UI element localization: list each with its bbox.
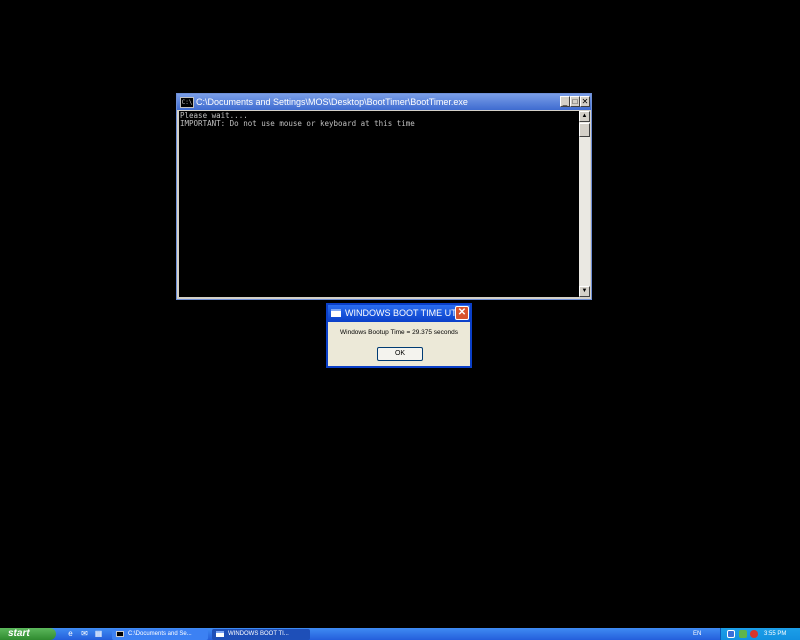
taskbar-item-label: WINDOWS BOOT TI...: [228, 631, 289, 637]
vertical-scrollbar[interactable]: ▲ ▼: [579, 111, 590, 297]
dialog-close-button[interactable]: ✕: [455, 306, 469, 320]
taskbar-item-dialog[interactable]: WINDOWS BOOT TI...: [212, 629, 310, 640]
antivirus-icon[interactable]: [750, 630, 758, 638]
cmd-icon[interactable]: C:\: [180, 97, 194, 108]
language-indicator[interactable]: EN: [693, 628, 701, 640]
window-icon: [331, 309, 341, 317]
security-icon[interactable]: [739, 630, 747, 638]
mail-icon[interactable]: ✉: [80, 629, 89, 638]
minimize-button[interactable]: _: [560, 96, 570, 107]
console-title: C:\Documents and Settings\MOS\Desktop\Bo…: [196, 97, 468, 107]
media-player-icon[interactable]: ▦: [94, 629, 103, 638]
close-button[interactable]: ✕: [580, 96, 590, 107]
clock[interactable]: 3:55 PM: [764, 628, 786, 640]
scroll-thumb[interactable]: [579, 123, 590, 137]
taskbar-item-label: C:\Documents and Se...: [128, 631, 192, 637]
cmd-icon: [116, 631, 124, 637]
console-window[interactable]: C:\ C:\Documents and Settings\MOS\Deskto…: [176, 93, 592, 300]
dialog-message: Windows Bootup Time = 29.375 seconds: [340, 329, 458, 336]
system-tray: 3:55 PM: [720, 628, 800, 640]
maximize-button[interactable]: □: [570, 96, 580, 107]
console-output: Please wait.... IMPORTANT: Do not use mo…: [179, 111, 579, 297]
scroll-up-arrow-icon[interactable]: ▲: [579, 111, 590, 122]
dialog-title: WINDOWS BOOT TIME UTI...: [345, 308, 467, 318]
ok-button[interactable]: OK: [377, 347, 423, 361]
console-title-bar[interactable]: C:\ C:\Documents and Settings\MOS\Deskto…: [177, 94, 591, 110]
boot-time-dialog[interactable]: WINDOWS BOOT TIME UTI... ✕ Windows Bootu…: [326, 303, 472, 368]
start-button[interactable]: start: [0, 628, 56, 640]
scroll-down-arrow-icon[interactable]: ▼: [579, 286, 590, 297]
taskbar: start e ✉ ▦ C:\Documents and Se... WINDO…: [0, 628, 800, 640]
internet-explorer-icon[interactable]: e: [66, 629, 75, 638]
taskbar-item-console[interactable]: C:\Documents and Se...: [112, 629, 208, 640]
dialog-title-bar[interactable]: WINDOWS BOOT TIME UTI... ✕: [328, 305, 470, 322]
network-icon[interactable]: [727, 630, 735, 638]
window-icon: [216, 631, 224, 637]
console-line: IMPORTANT: Do not use mouse or keyboard …: [180, 119, 415, 128]
